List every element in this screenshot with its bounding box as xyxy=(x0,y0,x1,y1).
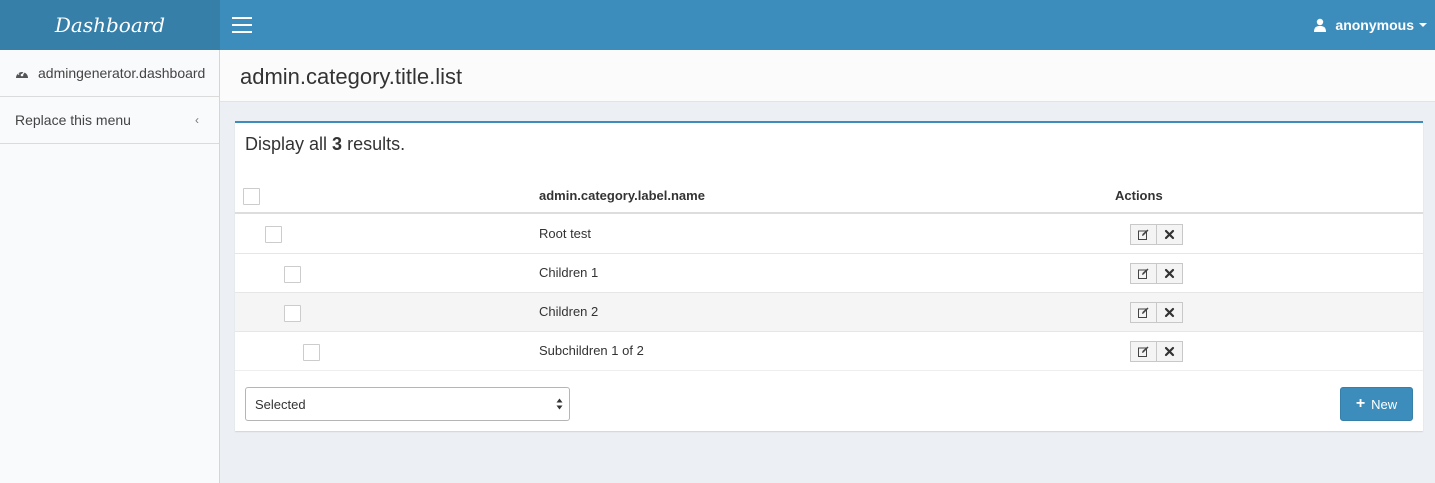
edit-button[interactable] xyxy=(1130,224,1157,245)
list-box: Display all 3 results. admin.category.la… xyxy=(235,121,1423,431)
edit-icon xyxy=(1138,307,1149,318)
user-name: anonymous xyxy=(1335,17,1414,33)
delete-icon xyxy=(1164,268,1175,279)
hamburger-icon[interactable] xyxy=(232,17,252,33)
bulk-action-select[interactable]: Selected xyxy=(245,387,570,421)
caret-down-icon xyxy=(1419,23,1427,27)
dashboard-icon xyxy=(16,69,28,78)
plus-icon: + xyxy=(1355,395,1366,412)
select-arrows-icon xyxy=(556,398,563,410)
edit-icon xyxy=(1138,229,1149,240)
row-name: Children 2 xyxy=(539,304,599,319)
user-icon xyxy=(1314,18,1327,32)
table-row: Subchildren 1 of 2 xyxy=(235,332,1423,371)
row-actions xyxy=(1130,263,1183,284)
row-name: Children 1 xyxy=(539,265,599,280)
delete-button[interactable] xyxy=(1156,263,1183,284)
sidebar-item-dashboard[interactable]: admingenerator.dashboard xyxy=(0,50,219,97)
user-menu[interactable]: anonymous xyxy=(1313,0,1427,50)
delete-icon xyxy=(1164,346,1175,357)
row-checkbox[interactable] xyxy=(303,344,320,361)
table-row: Children 1 xyxy=(235,254,1423,293)
row-actions xyxy=(1130,224,1183,245)
edit-icon xyxy=(1138,346,1149,357)
delete-icon xyxy=(1164,307,1175,318)
bulk-action-value: Selected xyxy=(255,396,306,412)
chevron-left-icon: ‹ xyxy=(195,113,199,127)
new-button[interactable]: + New xyxy=(1340,387,1413,421)
row-checkbox[interactable] xyxy=(284,305,301,322)
edit-button[interactable] xyxy=(1130,263,1157,284)
row-name: Root test xyxy=(539,226,592,241)
sidebar-item-label: Replace this menu xyxy=(15,112,131,128)
row-actions xyxy=(1130,341,1183,362)
select-all-checkbox[interactable] xyxy=(243,188,260,205)
top-navbar: anonymous xyxy=(220,0,1435,50)
sidebar: admingenerator.dashboard Replace this me… xyxy=(0,50,220,483)
new-button-label: New xyxy=(1371,396,1398,412)
row-checkbox[interactable] xyxy=(265,226,282,243)
delete-button[interactable] xyxy=(1156,224,1183,245)
edit-icon xyxy=(1138,268,1149,279)
content-header: admin.category.title.list xyxy=(220,50,1435,102)
edit-button[interactable] xyxy=(1130,341,1157,362)
delete-button[interactable] xyxy=(1156,341,1183,362)
table-header: admin.category.label.name Actions xyxy=(235,177,1423,214)
table-row: Children 2 xyxy=(235,293,1423,332)
edit-button[interactable] xyxy=(1130,302,1157,323)
sidebar-item-label: admingenerator.dashboard xyxy=(38,65,206,81)
page-title: admin.category.title.list xyxy=(240,64,463,89)
row-name: Subchildren 1 of 2 xyxy=(539,343,644,358)
row-actions xyxy=(1130,302,1183,323)
column-header-actions: Actions xyxy=(1115,188,1163,203)
delete-icon xyxy=(1164,229,1175,240)
table-row: Root test xyxy=(235,215,1423,254)
results-count: 3 xyxy=(332,134,343,154)
delete-button[interactable] xyxy=(1156,302,1183,323)
app-logo[interactable]: Dashboard xyxy=(0,0,220,50)
column-header-name[interactable]: admin.category.label.name xyxy=(539,188,705,203)
sidebar-item-replace-menu[interactable]: Replace this menu ‹ xyxy=(0,97,219,144)
row-checkbox[interactable] xyxy=(284,266,301,283)
results-summary: Display all 3 results. xyxy=(245,134,406,154)
